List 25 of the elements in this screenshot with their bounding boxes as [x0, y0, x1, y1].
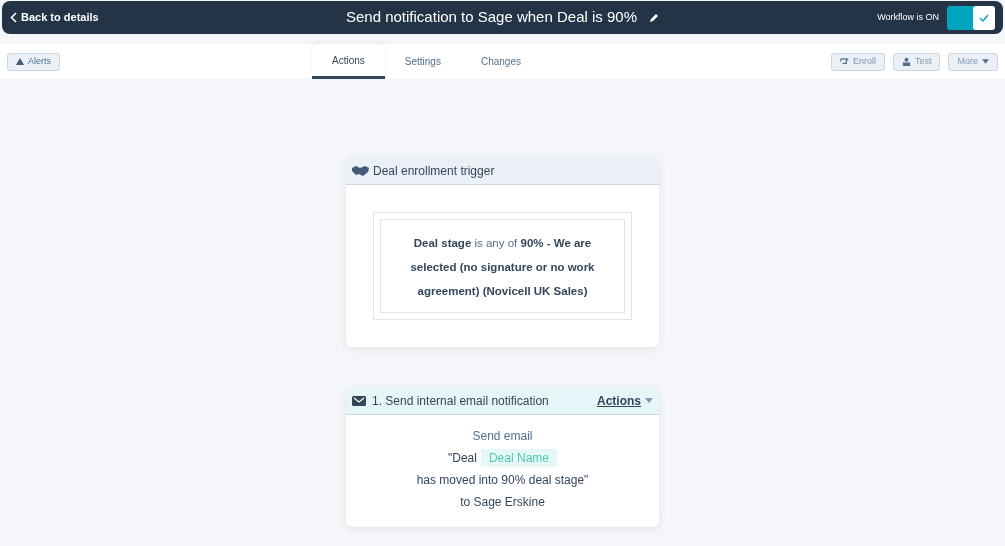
check-icon [979, 13, 989, 22]
chevron-left-icon [10, 12, 17, 23]
tab[interactable]: Actions [312, 44, 385, 79]
alerts-button[interactable]: Alerts [7, 52, 60, 71]
caret-icon [645, 398, 653, 403]
tab[interactable]: Changes [460, 44, 541, 79]
caret-icon [982, 59, 989, 64]
person-icon [901, 57, 911, 66]
pencil-icon[interactable] [649, 12, 659, 23]
email-subject-text: "Deal [448, 450, 477, 467]
email-recipient: to Sage Erskine [460, 494, 545, 511]
email-subject-text: has moved into 90% deal stage" [416, 472, 589, 489]
trigger-condition: Deal stage is any of 90% - We are selected (no signature or no work agreement) (Novicell UK Sales) [410, 237, 595, 297]
workflow-toggle[interactable] [947, 5, 995, 30]
card-title: Deal enrollment trigger [373, 162, 495, 180]
actions-dropdown[interactable]: Actions [597, 391, 653, 410]
back-link[interactable]: Back to details [10, 9, 310, 26]
envelope-icon [352, 395, 366, 406]
card-title: 1. Send internal email notification [372, 392, 550, 410]
warning-icon [16, 58, 24, 65]
workflow-title: Send notification to Sage when Deal is 90% [346, 7, 637, 28]
tab[interactable]: Settings [384, 44, 461, 79]
workflow-status: Workflow is ON [877, 10, 939, 24]
deal-name-token: Deal Name [480, 449, 557, 467]
email-label: Send email [472, 428, 533, 445]
